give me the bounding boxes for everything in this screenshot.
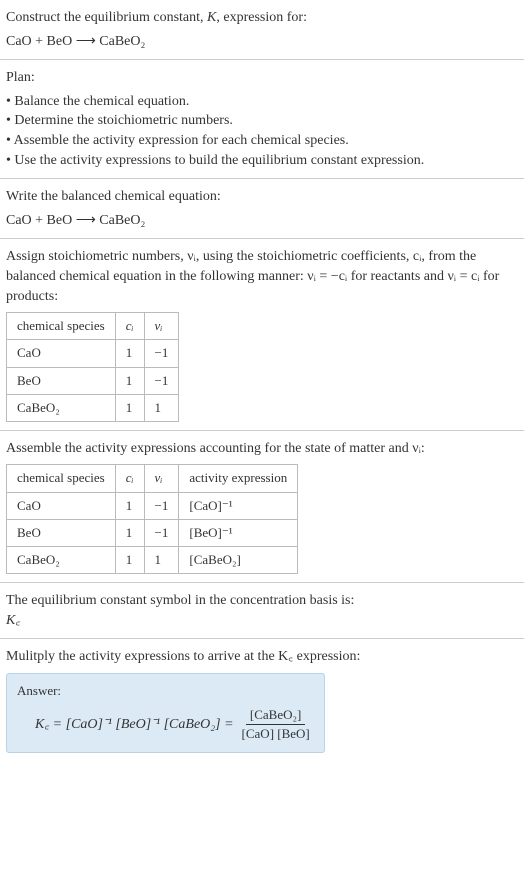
cell-species: CaO: [7, 340, 116, 367]
col-vi: νᵢ: [144, 465, 179, 492]
table-header-row: chemical species cᵢ νᵢ: [7, 313, 179, 340]
activity-table: chemical species cᵢ νᵢ activity expressi…: [6, 464, 298, 574]
balanced-section: Write the balanced chemical equation: Ca…: [0, 179, 524, 238]
plan-item: Balance the chemical equation.: [6, 92, 518, 112]
cell-vi: −1: [144, 367, 179, 394]
cell-ci: 1: [115, 492, 144, 519]
activity-section: Assemble the activity expressions accoun…: [0, 431, 524, 582]
cell-vi: −1: [144, 519, 179, 546]
intro-section: Construct the equilibrium constant, K, e…: [0, 0, 524, 59]
cell-ci: 1: [115, 340, 144, 367]
plan-item: Determine the stoichiometric numbers.: [6, 111, 518, 131]
col-expr: activity expression: [179, 465, 298, 492]
answer-box: Answer: K꜀ = [CaO]⁻¹ [BeO]⁻¹ [CaBeO₂] = …: [6, 673, 325, 753]
kc-expression: K꜀ = [CaO]⁻¹ [BeO]⁻¹ [CaBeO₂] = [CaBeO₂]…: [17, 706, 314, 743]
plan-list: Balance the chemical equation. Determine…: [6, 92, 518, 170]
table-row: BeO 1 −1 [BeO]⁻¹: [7, 519, 298, 546]
multiply-line: Mulitply the activity expressions to arr…: [6, 647, 518, 667]
kc-fraction: [CaBeO₂] [CaO] [BeO]: [238, 706, 314, 743]
table-row: CaO 1 −1 [CaO]⁻¹: [7, 492, 298, 519]
cell-species: CaO: [7, 492, 116, 519]
frac-numerator: [CaBeO₂]: [246, 706, 305, 725]
cell-species: BeO: [7, 367, 116, 394]
cell-species: BeO: [7, 519, 116, 546]
plan-heading: Plan:: [6, 68, 518, 88]
col-vi: νᵢ: [144, 313, 179, 340]
symbol-section: The equilibrium constant symbol in the c…: [0, 583, 524, 638]
col-ci: cᵢ: [115, 313, 144, 340]
cell-expr: [CaBeO₂]: [179, 547, 298, 574]
table-row: CaO 1 −1: [7, 340, 179, 367]
stoich-text: Assign stoichiometric numbers, νᵢ, using…: [6, 247, 518, 306]
frac-denominator: [CaO] [BeO]: [238, 725, 314, 743]
cell-expr: [BeO]⁻¹: [179, 519, 298, 546]
plan-item: Assemble the activity expression for eac…: [6, 131, 518, 151]
cell-vi: −1: [144, 340, 179, 367]
cell-expr: [CaO]⁻¹: [179, 492, 298, 519]
cell-vi: 1: [144, 547, 179, 574]
intro-equation: CaO + BeO ⟶ CaBeO₂: [6, 32, 518, 52]
table-header-row: chemical species cᵢ νᵢ activity expressi…: [7, 465, 298, 492]
balanced-heading: Write the balanced chemical equation:: [6, 187, 518, 207]
intro-line: Construct the equilibrium constant, K, e…: [6, 8, 518, 28]
stoich-table: chemical species cᵢ νᵢ CaO 1 −1 BeO 1 −1…: [6, 312, 179, 422]
col-species: chemical species: [7, 313, 116, 340]
plan-item: Use the activity expressions to build th…: [6, 151, 518, 171]
col-species: chemical species: [7, 465, 116, 492]
kc-lhs: K꜀ = [CaO]⁻¹ [BeO]⁻¹ [CaBeO₂] =: [35, 715, 234, 735]
symbol-kc: K꜀: [6, 611, 518, 631]
cell-ci: 1: [115, 519, 144, 546]
table-row: CaBeO₂ 1 1 [CaBeO₂]: [7, 547, 298, 574]
cell-vi: −1: [144, 492, 179, 519]
symbol-line: The equilibrium constant symbol in the c…: [6, 591, 518, 611]
answer-label: Answer:: [17, 682, 314, 700]
cell-vi: 1: [144, 394, 179, 421]
cell-species: CaBeO₂: [7, 547, 116, 574]
multiply-section: Mulitply the activity expressions to arr…: [0, 639, 524, 760]
activity-heading: Assemble the activity expressions accoun…: [6, 439, 518, 459]
plan-section: Plan: Balance the chemical equation. Det…: [0, 60, 524, 178]
cell-ci: 1: [115, 394, 144, 421]
table-row: CaBeO₂ 1 1: [7, 394, 179, 421]
cell-species: CaBeO₂: [7, 394, 116, 421]
cell-ci: 1: [115, 547, 144, 574]
cell-ci: 1: [115, 367, 144, 394]
balanced-equation: CaO + BeO ⟶ CaBeO₂: [6, 211, 518, 231]
stoich-section: Assign stoichiometric numbers, νᵢ, using…: [0, 239, 524, 430]
col-ci: cᵢ: [115, 465, 144, 492]
k-symbol: K: [207, 10, 216, 25]
table-row: BeO 1 −1: [7, 367, 179, 394]
